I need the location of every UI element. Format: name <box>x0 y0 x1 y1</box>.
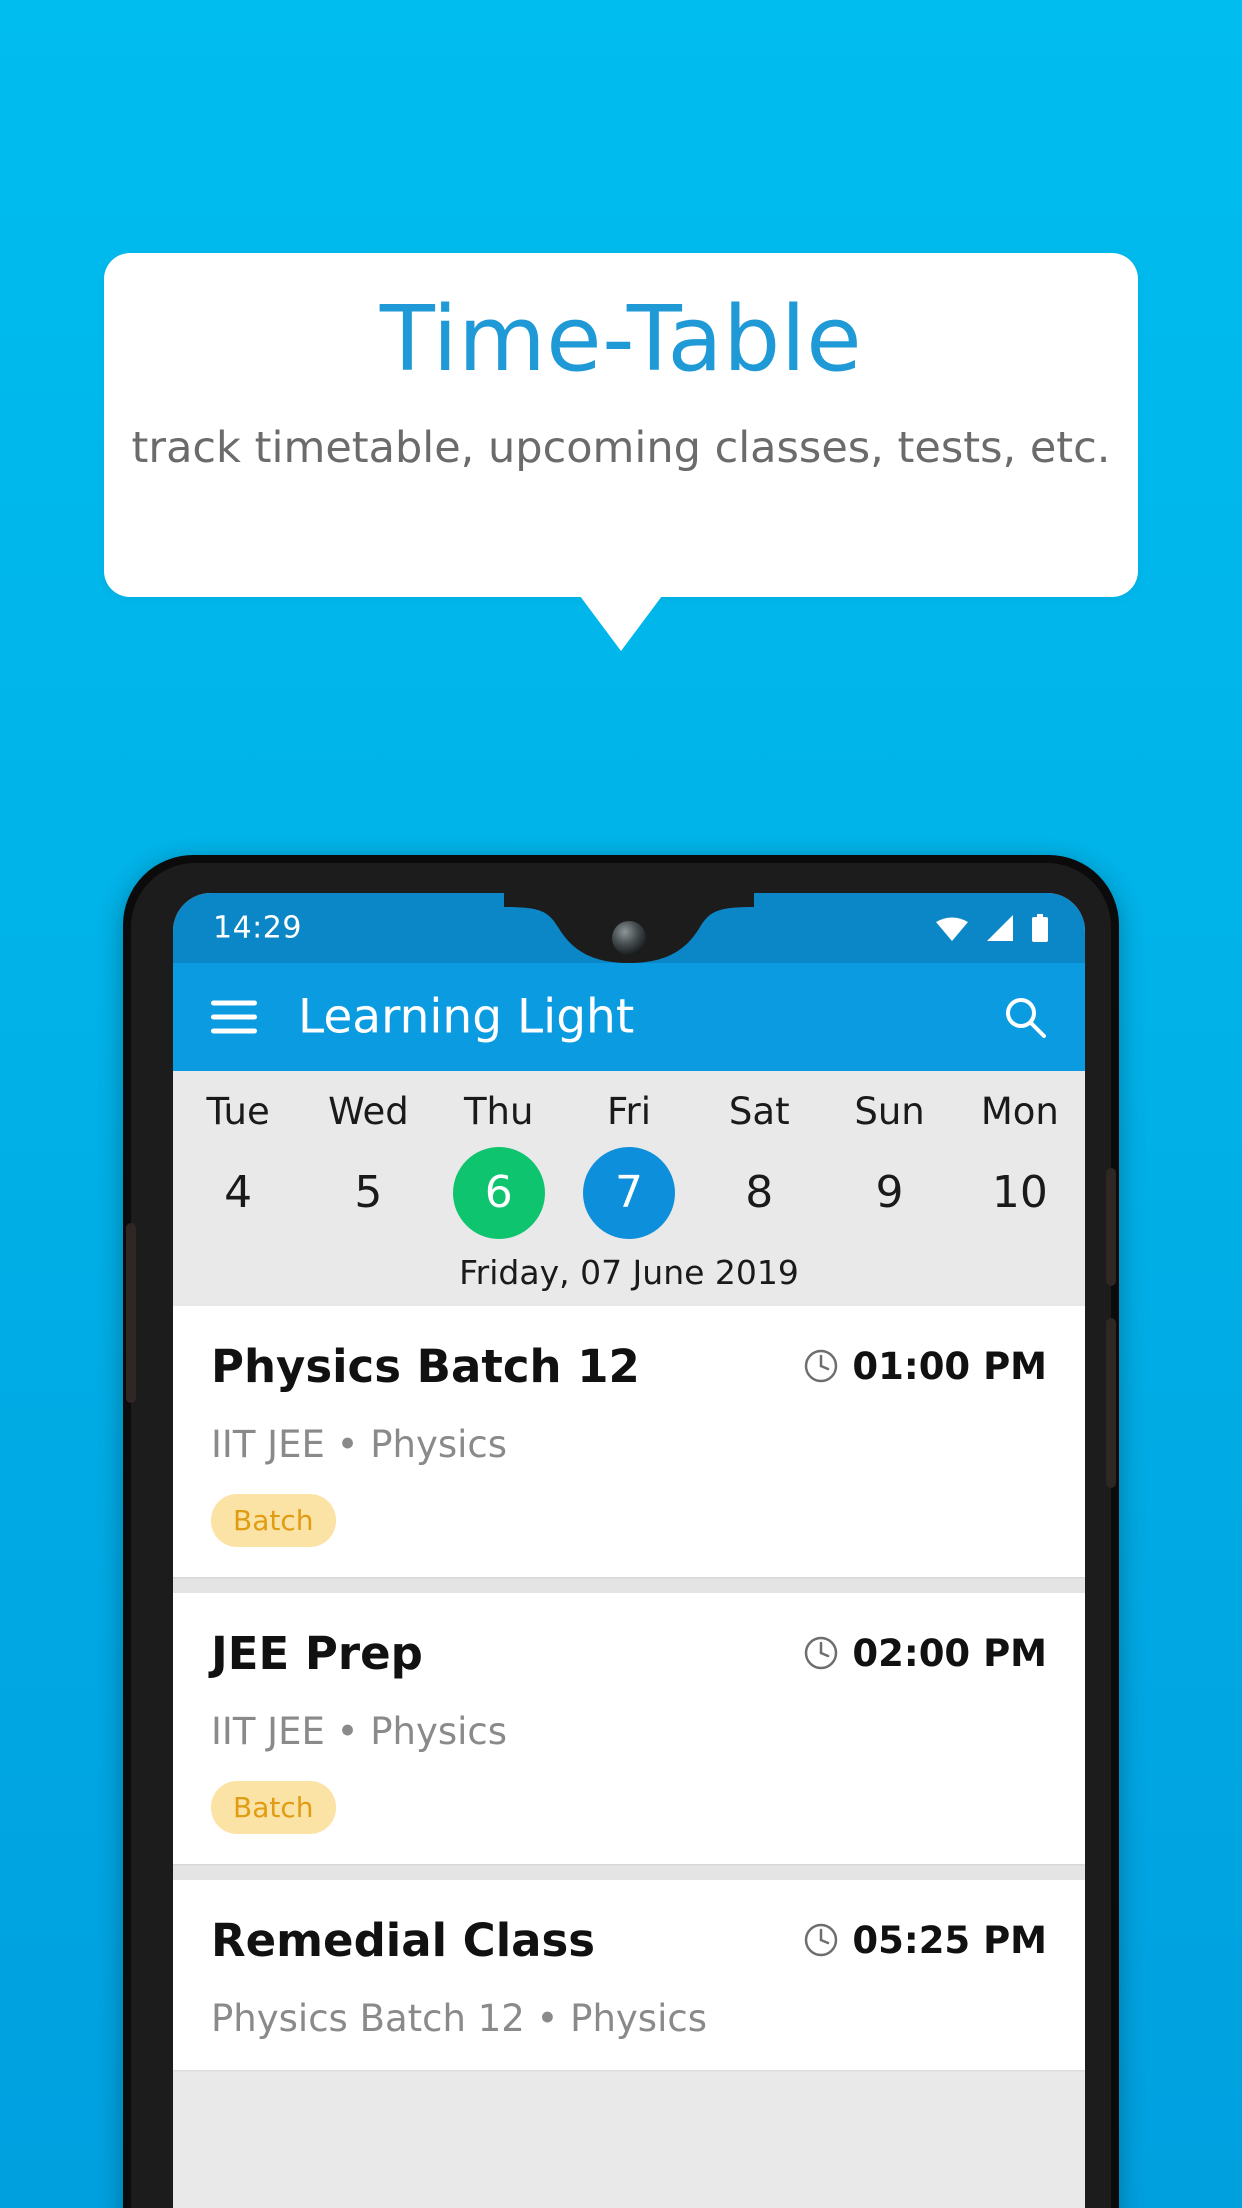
class-tag-badge[interactable]: Batch <box>211 1493 336 1547</box>
day-number-cell-10[interactable]: 10 <box>955 1147 1085 1239</box>
class-list[interactable]: Physics Batch 12 01:00 PM IIT JEE • Physic… <box>173 1305 1085 2070</box>
class-card-header: Physics Batch 12 01:00 PM <box>211 1340 1047 1393</box>
hamburger-menu-icon[interactable] <box>211 992 257 1043</box>
class-card[interactable]: Remedial Class 05:25 PM Physics Batch 12 •… <box>173 1879 1085 2070</box>
day-number[interactable]: 8 <box>713 1147 805 1239</box>
day-name-label: Thu <box>463 1090 534 1133</box>
class-card-header: Remedial Class 05:25 PM <box>211 1914 1047 1967</box>
day-name-wed[interactable]: Wed <box>303 1087 433 1137</box>
date-strip: Tue Wed Thu Fri Sat Sun Mon 4 5 6 7 8 9 10 Friday, 0… <box>173 1071 1085 1306</box>
day-today-circle[interactable]: 6 <box>452 1146 545 1239</box>
wifi-icon <box>936 917 968 941</box>
class-tag-row: Batch <box>211 1780 1047 1834</box>
search-icon[interactable] <box>1001 993 1049 1041</box>
day-number-row: 4 5 6 7 8 9 10 <box>173 1146 1085 1239</box>
clock-icon <box>805 1350 838 1383</box>
day-selected-circle[interactable]: 7 <box>582 1146 675 1239</box>
class-time-label: 01:00 PM <box>852 1344 1047 1388</box>
class-time-label: 05:25 PM <box>852 1918 1047 1962</box>
class-title: Remedial Class <box>211 1913 596 1967</box>
class-title: JEE Prep <box>211 1626 423 1680</box>
front-camera-icon <box>612 921 646 955</box>
volume-button[interactable] <box>1106 1318 1116 1488</box>
app-title: Learning Light <box>298 989 635 1045</box>
left-side-button[interactable] <box>126 1223 136 1403</box>
class-time: 02:00 PM <box>802 1632 1047 1675</box>
day-name-row: Tue Wed Thu Fri Sat Sun Mon <box>173 1087 1085 1137</box>
class-tag-badge[interactable]: Batch <box>211 1780 336 1834</box>
class-subtitle: IIT JEE • Physics <box>211 1709 508 1753</box>
clock-icon <box>805 1637 838 1670</box>
day-number-cell-6[interactable]: 6 <box>434 1146 564 1239</box>
promo-screenshot: Time-Table track timetable, upcoming cla… <box>0 0 1242 2208</box>
day-number[interactable]: 5 <box>322 1147 414 1239</box>
phone-device: 14:29 Learning Light Tue Wed Thu Fri Sat… <box>123 855 1119 2208</box>
class-tag-row: Batch <box>211 1493 1047 1547</box>
day-name-sun[interactable]: Sun <box>824 1087 954 1137</box>
day-name-tue[interactable]: Tue <box>173 1087 303 1137</box>
day-number-cell-5[interactable]: 5 <box>303 1147 433 1239</box>
day-name-label: Sat <box>728 1090 790 1133</box>
status-time: 14:29 <box>213 910 302 946</box>
day-number-cell-7[interactable]: 7 <box>564 1146 694 1239</box>
clock-icon <box>805 1924 838 1957</box>
day-number-cell-9[interactable]: 9 <box>824 1147 954 1239</box>
callout-arrow <box>580 596 662 651</box>
day-number-cell-4[interactable]: 4 <box>173 1147 303 1239</box>
class-card-header: JEE Prep 02:00 PM <box>211 1627 1047 1680</box>
callout-title: Time-Table <box>379 287 863 392</box>
callout-subtitle: track timetable, upcoming classes, tests… <box>131 423 1111 473</box>
signal-icon <box>987 915 1013 941</box>
day-name-sat[interactable]: Sat <box>694 1087 824 1137</box>
class-subtitle: IIT JEE • Physics <box>211 1422 508 1466</box>
day-name-mon[interactable]: Mon <box>955 1087 1085 1137</box>
class-time-label: 02:00 PM <box>852 1631 1047 1675</box>
day-name-label: Sun <box>854 1090 925 1133</box>
day-name-label: Mon <box>980 1090 1059 1133</box>
app-bar: Learning Light <box>173 963 1085 1071</box>
callout-card: Time-Table track timetable, upcoming cla… <box>104 253 1138 597</box>
day-number[interactable]: 10 <box>974 1147 1066 1239</box>
selected-full-date: Friday, 07 June 2019 <box>459 1252 799 1292</box>
class-title: Physics Batch 12 <box>211 1339 640 1393</box>
day-name-thu[interactable]: Thu <box>434 1087 564 1137</box>
phone-bezel: 14:29 Learning Light Tue Wed Thu Fri Sat… <box>126 863 1116 2208</box>
class-card[interactable]: Physics Batch 12 01:00 PM IIT JEE • Physic… <box>173 1305 1085 1577</box>
class-time: 05:25 PM <box>802 1919 1047 1962</box>
day-name-label: Wed <box>328 1090 409 1133</box>
day-name-label: Tue <box>206 1090 270 1133</box>
day-number[interactable]: 4 <box>192 1147 284 1239</box>
power-button[interactable] <box>1106 1168 1116 1286</box>
class-card[interactable]: JEE Prep 02:00 PM IIT JEE • Physics Batch <box>173 1592 1085 1864</box>
day-number[interactable]: 9 <box>844 1147 936 1239</box>
day-name-label: Fri <box>606 1090 652 1133</box>
status-icons <box>935 914 1049 942</box>
class-time: 01:00 PM <box>802 1345 1047 1388</box>
phone-screen: 14:29 Learning Light Tue Wed Thu Fri Sat… <box>173 893 1085 2208</box>
status-bar: 14:29 <box>173 893 1085 963</box>
day-number-cell-8[interactable]: 8 <box>694 1147 824 1239</box>
day-name-fri[interactable]: Fri <box>564 1087 694 1137</box>
battery-icon <box>1032 914 1048 942</box>
class-subtitle: Physics Batch 12 • Physics <box>211 1996 707 2040</box>
